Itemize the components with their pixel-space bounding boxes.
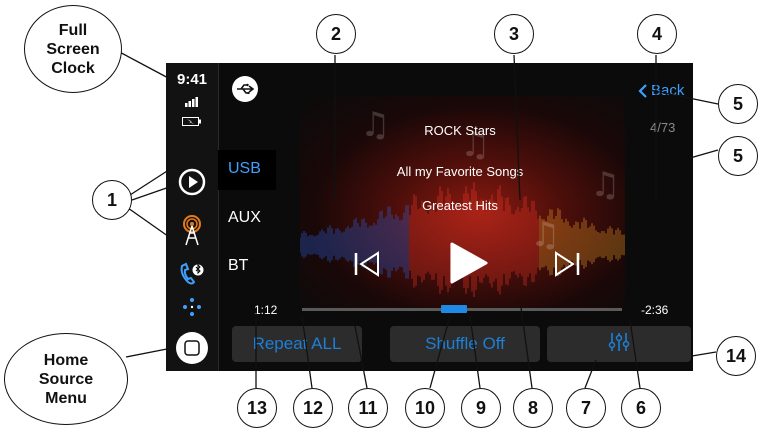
callout-7: 7 (566, 388, 606, 428)
callout-text: Clock (51, 59, 95, 77)
callout-12: 12 (293, 388, 333, 428)
callout-10: 10 (405, 388, 445, 428)
callout-11: 11 (348, 388, 388, 428)
callout-9: 9 (461, 388, 501, 428)
callout-text: Menu (45, 389, 87, 407)
callout-text: Full (58, 21, 88, 39)
callout-full-screen-clock: Full Screen Clock (24, 5, 122, 93)
callout-3: 3 (494, 14, 534, 54)
callout-text: Source (38, 370, 94, 388)
callout-14: 14 (716, 336, 756, 376)
callout-5b: 5 (718, 136, 758, 176)
callout-text: Screen (46, 40, 100, 58)
callout-home-source-menu: Home Source Menu (4, 333, 128, 425)
callout-13: 13 (237, 388, 277, 428)
callout-text: Home (43, 351, 89, 369)
callout-1: 1 (92, 180, 132, 220)
callout-8: 8 (513, 388, 553, 428)
callout-6: 6 (621, 388, 661, 428)
callout-4: 4 (637, 14, 677, 54)
callout-5a: 5 (718, 84, 758, 124)
callout-2: 2 (316, 14, 356, 54)
